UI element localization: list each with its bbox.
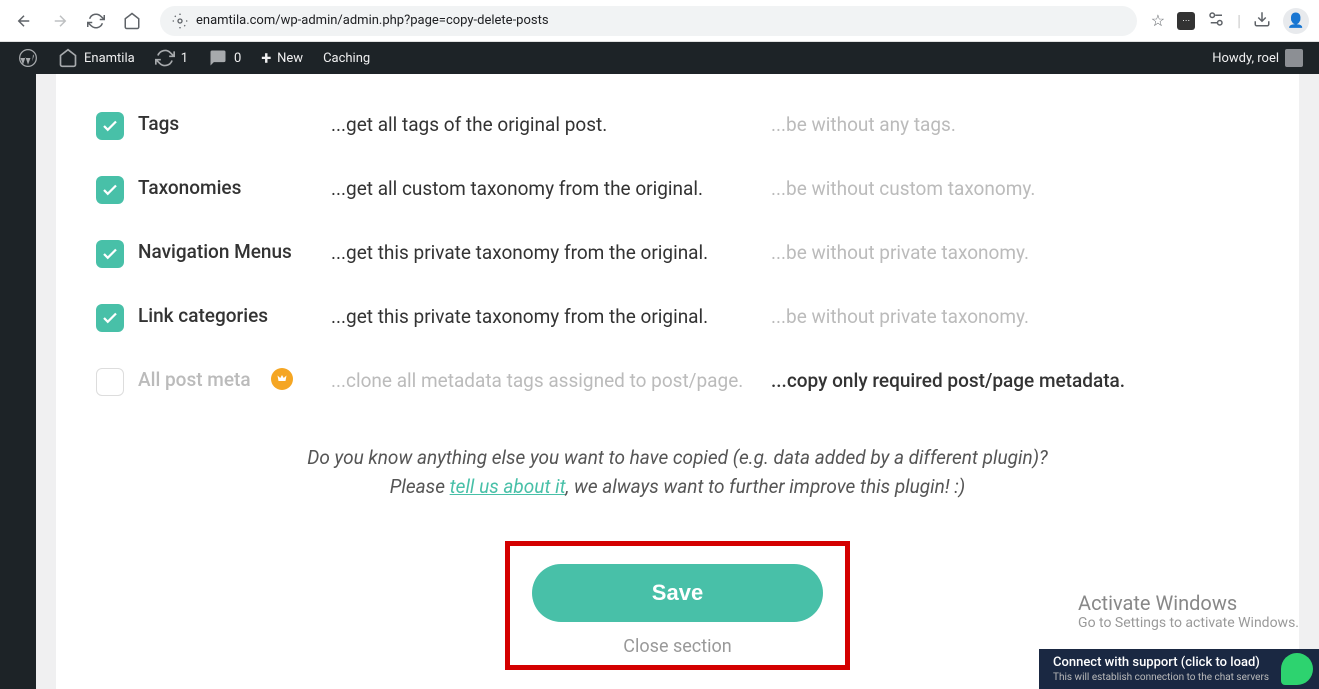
separator: |: [1237, 11, 1241, 30]
option-inactive-desc: ...be without private taxonomy.: [771, 240, 1259, 267]
site-settings-icon: [172, 13, 188, 29]
user-avatar-icon: [1285, 49, 1303, 67]
option-active-desc: ...get this private taxonomy from the or…: [331, 240, 771, 267]
site-home-link[interactable]: Enamtila: [48, 42, 145, 74]
url-text: enamtila.com/wp-admin/admin.php?page=cop…: [196, 13, 549, 28]
checkbox-checked[interactable]: [96, 112, 124, 140]
home-button[interactable]: [118, 7, 146, 35]
wp-logo[interactable]: [8, 42, 48, 74]
option-active-desc: ...get all custom taxonomy from the orig…: [331, 176, 771, 203]
comments-link[interactable]: 0: [198, 42, 251, 74]
forward-button[interactable]: [46, 7, 74, 35]
option-row: Tags ...get all tags of the original pos…: [96, 94, 1259, 158]
new-content-link[interactable]: +New: [251, 42, 313, 74]
close-section-link[interactable]: Close section: [532, 636, 823, 657]
download-icon[interactable]: [1253, 10, 1271, 32]
option-inactive-desc: ...be without custom taxonomy.: [771, 176, 1259, 203]
option-active-desc: ...get all tags of the original post.: [331, 112, 771, 139]
option-row: All post meta ...clone all metadata tags…: [96, 350, 1259, 414]
option-inactive-desc: ...copy only required post/page metadata…: [771, 368, 1259, 395]
wp-admin-bar: Enamtila 1 0 +New Caching Howdy, roel: [0, 42, 1319, 74]
premium-crown-icon: [271, 368, 293, 390]
checkbox-checked[interactable]: [96, 176, 124, 204]
option-active-desc: ...clone all metadata tags assigned to p…: [331, 368, 771, 395]
option-active-desc: ...get this private taxonomy from the or…: [331, 304, 771, 331]
reload-button[interactable]: [82, 7, 110, 35]
option-inactive-desc: ...be without private taxonomy.: [771, 304, 1259, 331]
save-highlight-box: Save Close section: [505, 541, 850, 670]
profile-avatar[interactable]: 👤: [1283, 8, 1309, 34]
option-row: Link categories ...get this private taxo…: [96, 286, 1259, 350]
checkbox-checked[interactable]: [96, 240, 124, 268]
option-label: Link categories: [138, 304, 268, 329]
back-button[interactable]: [10, 7, 38, 35]
browser-toolbar: enamtila.com/wp-admin/admin.php?page=cop…: [0, 0, 1319, 42]
checkbox-unchecked[interactable]: [96, 368, 124, 396]
feedback-link[interactable]: tell us about it: [450, 475, 566, 498]
option-label: Navigation Menus: [138, 240, 292, 265]
save-button[interactable]: Save: [532, 564, 823, 622]
updates-link[interactable]: 1: [145, 42, 198, 74]
address-bar[interactable]: enamtila.com/wp-admin/admin.php?page=cop…: [160, 6, 1137, 36]
option-label: Taxonomies: [138, 176, 241, 201]
option-row: Navigation Menus ...get this private tax…: [96, 222, 1259, 286]
checkbox-checked[interactable]: [96, 304, 124, 332]
option-inactive-desc: ...be without any tags.: [771, 112, 1259, 139]
option-row: Taxonomies ...get all custom taxonomy fr…: [96, 158, 1259, 222]
caching-link[interactable]: Caching: [313, 42, 380, 74]
extension-icon[interactable]: ⋯: [1177, 12, 1195, 30]
chat-bubble-icon: [1281, 653, 1313, 685]
extensions-icon[interactable]: [1207, 10, 1225, 32]
windows-watermark: Activate Windows Go to Settings to activ…: [1078, 591, 1299, 631]
user-greeting[interactable]: Howdy, roel: [1212, 49, 1311, 67]
support-chat-bar[interactable]: Connect with support (click to load) Thi…: [1039, 649, 1319, 689]
bookmark-icon[interactable]: ☆: [1151, 11, 1165, 30]
feedback-prompt: Do you know anything else you want to ha…: [96, 444, 1259, 501]
option-label: Tags: [138, 112, 179, 137]
admin-sidebar-collapsed[interactable]: [0, 74, 36, 689]
option-label: All post meta: [138, 368, 251, 393]
